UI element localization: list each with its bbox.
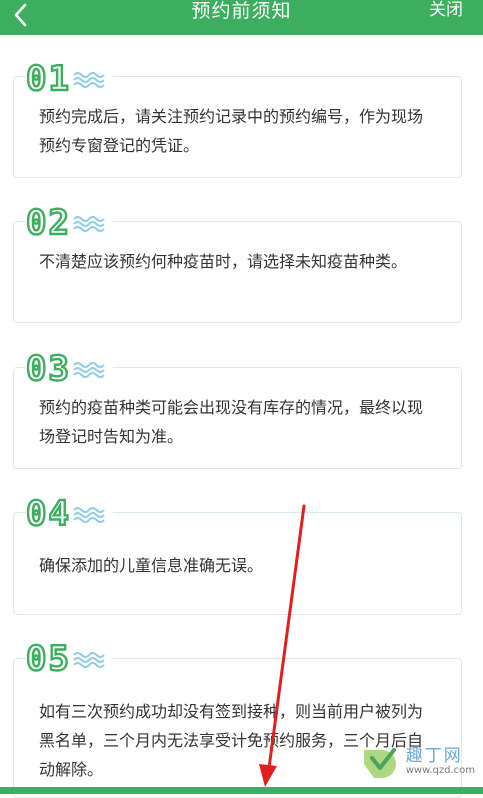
notice-number-3: 03 <box>25 349 113 389</box>
wave-icon <box>73 507 105 523</box>
notice-number-text: 03 <box>25 349 71 389</box>
notice-number-text: 02 <box>25 203 71 243</box>
watermark: 趣丁网 www.qzd.com <box>358 742 475 782</box>
bottom-action-bar[interactable] <box>0 787 483 794</box>
wave-icon <box>73 652 105 668</box>
notice-number-1: 01 <box>25 59 113 99</box>
notice-number-5: 05 <box>25 639 113 679</box>
watermark-logo-icon <box>363 748 396 778</box>
notice-number-2: 02 <box>25 203 113 243</box>
watermark-text: 趣丁网 <box>405 746 463 766</box>
wave-icon <box>73 216 105 232</box>
notice-number-text: 01 <box>25 59 71 99</box>
notice-number-text: 04 <box>25 494 71 534</box>
header-bar: 预约前须知 关闭 <box>0 0 483 35</box>
notice-text-1: 预约完成后，请关注预约记录中的预约编号，作为现场预约专窗登记的凭证。 <box>39 107 424 155</box>
page-title: 预约前须知 <box>191 0 292 22</box>
watermark-url: www.qzd.com <box>405 765 475 776</box>
notice-text-4: 确保添加的儿童信息准确无误。 <box>39 556 264 575</box>
close-button[interactable]: 关闭 <box>429 0 463 20</box>
wave-icon <box>73 362 105 378</box>
notice-number-4: 04 <box>25 494 113 534</box>
notice-number-text: 05 <box>25 639 71 679</box>
notice-text-2: 不清楚应该预约何种疫苗时，请选择未知疫苗种类。 <box>39 252 408 271</box>
notice-text-3: 预约的疫苗种类可能会出现没有库存的情况，最终以现场登记时告知为准。 <box>39 398 424 446</box>
wave-icon <box>73 72 105 88</box>
